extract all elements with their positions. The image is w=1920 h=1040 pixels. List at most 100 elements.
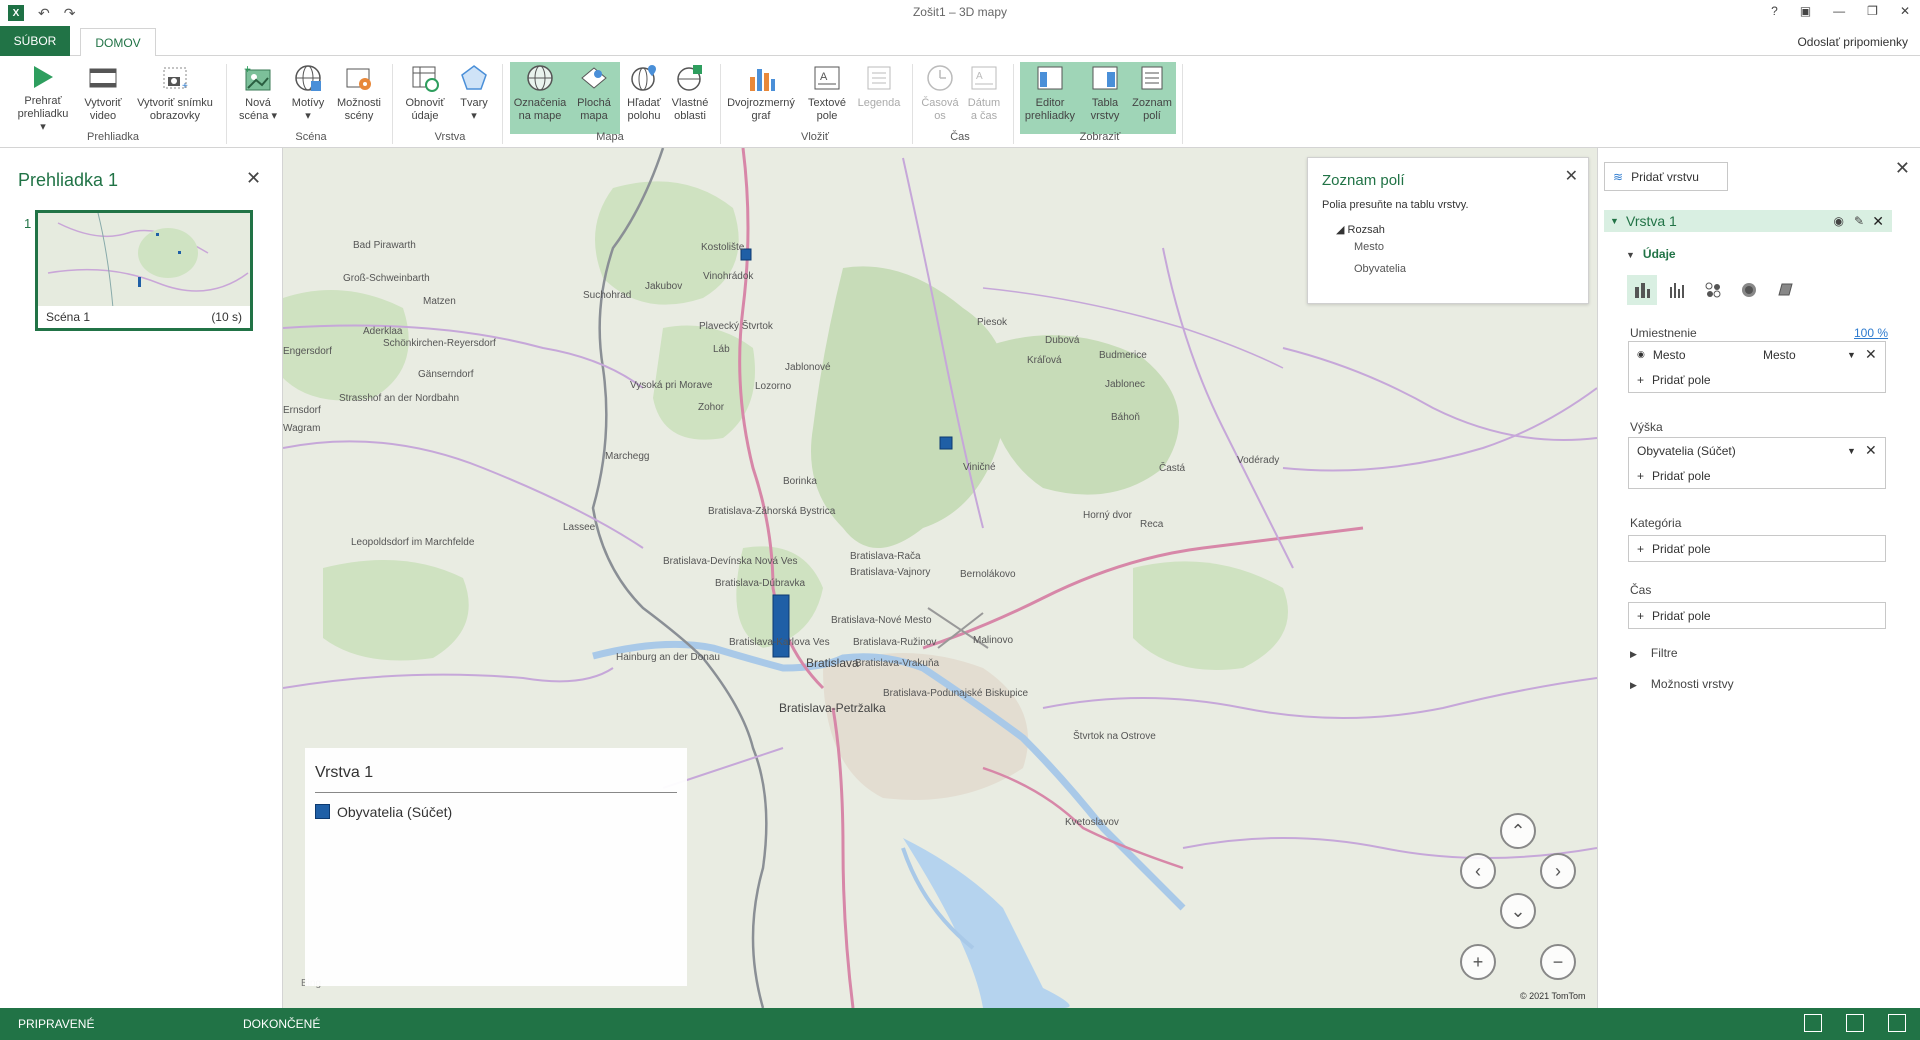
- layer-pane-label: Tabla: [1091, 97, 1119, 109]
- map-label: Zohor: [698, 402, 725, 413]
- map-label: Budmerice: [1099, 350, 1147, 361]
- text-box-icon: A: [811, 62, 843, 94]
- custom-regions-button[interactable]: Vlastné oblasti: [666, 62, 714, 134]
- map-label: Bernolákovo: [960, 569, 1016, 580]
- height-field-row[interactable]: Obyvatelia (Súčet) ▼ ✕: [1629, 438, 1885, 463]
- scene-options-button[interactable]: Možnosti scény: [334, 62, 384, 134]
- heat-map-viz[interactable]: [1734, 275, 1764, 305]
- map-legend[interactable]: Vrstva 1 Obyvatelia (Súčet): [305, 748, 687, 986]
- zoom-out-button[interactable]: −: [1540, 944, 1576, 980]
- redo-icon[interactable]: ↷: [64, 5, 76, 22]
- view-normal-icon[interactable]: [1804, 1014, 1822, 1032]
- add-field-row[interactable]: + Pridať pole: [1629, 536, 1885, 561]
- flat-map-button[interactable]: Plochá mapa: [570, 62, 618, 134]
- scene-thumbnail[interactable]: Scéna 1 (10 s): [35, 210, 253, 331]
- location-type-dropdown[interactable]: Mesto: [1763, 348, 1796, 362]
- status-complete: DOKONČENÉ: [243, 1017, 321, 1031]
- help-button[interactable]: ?: [1771, 4, 1778, 18]
- delete-layer-icon[interactable]: ✕: [1872, 213, 1884, 230]
- dropdown-arrow-icon[interactable]: ▼: [1847, 446, 1856, 456]
- layer-header[interactable]: ▼ Vrstva 1 ◉ ✎ ✕: [1604, 210, 1892, 232]
- 2d-chart-button[interactable]: Dvojrozmerný graf: [722, 62, 800, 134]
- create-video-button[interactable]: Vytvoriť video: [78, 62, 128, 134]
- layer-options-section[interactable]: ▶ Možnosti vrstvy: [1630, 677, 1734, 691]
- date-time-button[interactable]: A Dátum a čas: [962, 62, 1006, 134]
- location-match-percent[interactable]: 100 %: [1854, 326, 1888, 340]
- shapes-button[interactable]: Tvary ▾: [454, 62, 494, 134]
- location-field-row[interactable]: ◉ Mesto Mesto ▼ ✕: [1629, 342, 1885, 367]
- rotate-left-button[interactable]: ‹: [1460, 853, 1496, 889]
- data-column-vinicne[interactable]: [939, 436, 953, 450]
- stacked-column-viz[interactable]: [1627, 275, 1657, 305]
- field-list-button[interactable]: Zoznam polí: [1128, 62, 1176, 134]
- layer-options-label: Možnosti vrstvy: [1650, 677, 1734, 691]
- tilt-up-button[interactable]: ⌃: [1500, 813, 1536, 849]
- tab-home[interactable]: DOMOV: [80, 28, 156, 57]
- map-label: Bratislava-Karlova Ves: [729, 637, 830, 648]
- layer-pane-button[interactable]: Tabla vrstvy: [1082, 62, 1128, 134]
- 2d-chart-label-2: graf: [751, 110, 771, 122]
- add-field-row[interactable]: + Pridať pole: [1629, 463, 1885, 488]
- restore-icon[interactable]: ❐: [1867, 4, 1878, 18]
- themes-button[interactable]: Motívy ▾: [286, 62, 330, 134]
- group-separator: [912, 64, 913, 144]
- capture-screen-button[interactable]: + Vytvoriť snímku obrazovky: [132, 62, 218, 134]
- legend-button[interactable]: Legenda: [854, 62, 904, 134]
- pencil-icon[interactable]: ✎: [1854, 214, 1864, 228]
- field-item[interactable]: Obyvatelia: [1354, 263, 1406, 275]
- add-layer-button[interactable]: ≋ Pridať vrstvu: [1604, 162, 1728, 191]
- tab-file[interactable]: SÚBOR: [0, 26, 70, 56]
- collapse-layer-icon[interactable]: ▼: [1610, 216, 1619, 226]
- region-viz[interactable]: [1770, 275, 1800, 305]
- field-group[interactable]: ◢ Rozsah: [1336, 223, 1385, 236]
- view-fullscreen-icon[interactable]: [1888, 1014, 1906, 1032]
- bubble-viz[interactable]: [1698, 275, 1728, 305]
- rotate-right-button[interactable]: ›: [1540, 853, 1576, 889]
- add-field-row[interactable]: + Pridať pole: [1629, 603, 1885, 628]
- map-label: Štvrtok na Ostrove: [1073, 731, 1156, 742]
- ribbon-display-icon[interactable]: ▣: [1800, 4, 1811, 18]
- plus-icon: +: [1637, 541, 1645, 556]
- map-label: Láb: [713, 344, 730, 355]
- close-tour-icon[interactable]: ✕: [246, 168, 261, 189]
- data-section[interactable]: ▼ Údaje: [1626, 247, 1676, 261]
- eye-icon[interactable]: ◉: [1834, 214, 1844, 228]
- date-time-label-2: a čas: [970, 110, 998, 122]
- zoom-in-button[interactable]: +: [1460, 944, 1496, 980]
- add-field-row[interactable]: + Pridať pole: [1629, 367, 1885, 392]
- remove-field-icon[interactable]: ✕: [1865, 442, 1877, 459]
- close-window-icon[interactable]: ✕: [1900, 4, 1910, 18]
- create-video-label: Vytvoriť: [84, 97, 122, 109]
- new-scene-button[interactable]: + Nová scéna ▾: [234, 62, 282, 134]
- close-layer-pane-icon[interactable]: ✕: [1895, 158, 1910, 179]
- field-item[interactable]: Mesto: [1354, 241, 1384, 253]
- view-compact-icon[interactable]: [1846, 1014, 1864, 1032]
- clustered-column-viz[interactable]: [1662, 275, 1692, 305]
- field-list-panel: Zoznam polí ✕ Polia presuňte na tablu vr…: [1307, 157, 1589, 304]
- map-label: Schönkirchen-Reyersdorf: [383, 338, 496, 349]
- date-time-label: Dátum: [967, 97, 1001, 109]
- minimize-icon[interactable]: —: [1833, 4, 1845, 18]
- svg-text:A: A: [976, 71, 983, 82]
- play-icon: [27, 62, 59, 92]
- map-label: Kostolište: [701, 242, 745, 253]
- refresh-data-button[interactable]: Obnoviť údaje: [400, 62, 450, 134]
- text-box-button[interactable]: A Textové pole: [802, 62, 852, 134]
- shapes-label-2: ▾: [471, 110, 477, 122]
- filters-section[interactable]: ▶ Filtre: [1630, 646, 1678, 660]
- scene-options-label-2: scény: [344, 110, 374, 122]
- tour-editor-button[interactable]: Editor prehliadky: [1020, 62, 1080, 134]
- timeline-button[interactable]: Časová os: [918, 62, 962, 134]
- tilt-down-button[interactable]: ⌄: [1500, 893, 1536, 929]
- play-tour-label-2: prehliadku ▾: [17, 108, 69, 133]
- remove-field-icon[interactable]: ✕: [1865, 346, 1877, 363]
- send-feedback-link[interactable]: Odoslať pripomienky: [1797, 35, 1908, 49]
- radio-icon[interactable]: ◉: [1637, 349, 1645, 360]
- find-location-button[interactable]: Hľadať polohu: [620, 62, 668, 134]
- field-list-title: Zoznam polí: [1322, 172, 1405, 189]
- play-tour-button[interactable]: Prehrať prehliadku ▾: [14, 62, 72, 134]
- close-field-list-icon[interactable]: ✕: [1565, 166, 1578, 186]
- map-labels-button[interactable]: Označenia na mape: [510, 62, 570, 134]
- undo-icon[interactable]: ↶: [38, 5, 50, 22]
- dropdown-arrow-icon[interactable]: ▼: [1847, 350, 1856, 360]
